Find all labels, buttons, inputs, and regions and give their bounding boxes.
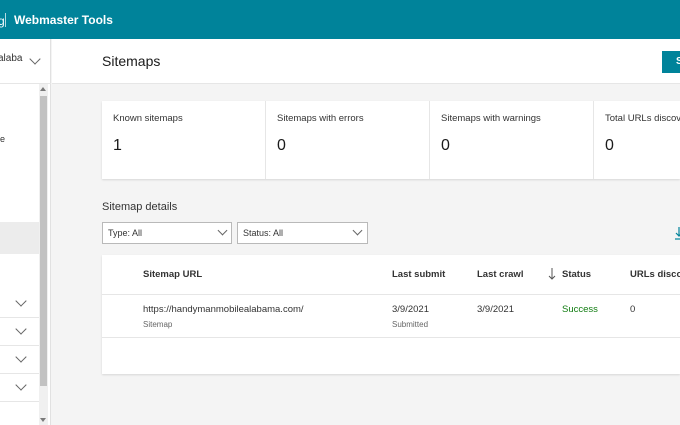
stat-sitemaps-with-warnings: Sitemaps with warnings 0 <box>430 101 594 179</box>
stat-value: 0 <box>441 137 450 154</box>
sidebar-item-label[interactable]: e <box>0 134 5 144</box>
col-urls-discovered[interactable]: URLs discov <box>630 269 680 280</box>
col-status[interactable]: Status <box>562 269 591 280</box>
site-picker[interactable]: alaba <box>0 39 51 84</box>
urls-discovered-count: 0 <box>630 304 636 315</box>
submit-note: Submitted <box>392 320 429 329</box>
chevron-down-icon[interactable] <box>15 379 27 391</box>
chevron-down-icon[interactable] <box>217 225 228 236</box>
scroll-down-icon[interactable] <box>40 418 46 422</box>
sitemap-details-title: Sitemap details <box>102 201 178 213</box>
scrollbar-thumb[interactable] <box>40 96 47 386</box>
brand-fragment: g <box>0 14 5 28</box>
stat-label: Sitemaps with warnings <box>441 113 541 124</box>
stat-value: 1 <box>113 137 122 154</box>
submit-sitemap-button[interactable]: S <box>662 51 680 73</box>
table-header: Sitemap URL Last submit Last crawl Statu… <box>102 255 680 295</box>
status-filter-value: Status: All <box>243 228 284 238</box>
table-row[interactable]: https://handymanmobilealabama.com/ Sitem… <box>102 295 680 338</box>
last-submit-date: 3/9/2021 <box>392 304 429 315</box>
type-filter-value: Type: All <box>108 228 143 238</box>
sidebar-group-1[interactable] <box>0 290 39 318</box>
stat-total-urls-discovered: Total URLs discov 0 <box>594 101 680 179</box>
stat-value: 0 <box>277 137 286 154</box>
sitemap-table: Sitemap URL Last submit Last crawl Statu… <box>102 255 680 374</box>
chevron-down-icon[interactable] <box>29 53 41 65</box>
page-title: Sitemaps <box>102 53 161 69</box>
status-filter-dropdown[interactable]: Status: All <box>237 222 368 244</box>
topbar-divider <box>5 13 6 27</box>
stat-known-sitemaps: Known sitemaps 1 <box>102 101 266 179</box>
sidebar-group-2[interactable] <box>0 318 39 346</box>
app-title[interactable]: Webmaster Tools <box>14 13 113 27</box>
status-badge: Success <box>562 304 598 315</box>
sidebar: alaba e <box>0 39 51 425</box>
last-crawl-date: 3/9/2021 <box>477 304 514 315</box>
site-name: alaba <box>0 53 23 64</box>
stat-sitemaps-with-errors: Sitemaps with errors 0 <box>266 101 430 179</box>
sort-descending-icon[interactable] <box>548 267 556 281</box>
sitemap-url-link[interactable]: https://handymanmobilealabama.com/ <box>143 304 304 315</box>
sidebar-group-3[interactable] <box>0 346 39 374</box>
stat-value: 0 <box>605 137 614 154</box>
scroll-up-icon[interactable] <box>40 87 46 91</box>
type-filter-dropdown[interactable]: Type: All <box>102 222 232 244</box>
stat-label: Known sitemaps <box>113 113 183 124</box>
sidebar-item-sitemaps[interactable] <box>0 222 39 254</box>
chevron-down-icon[interactable] <box>352 225 363 236</box>
col-last-submit[interactable]: Last submit <box>392 269 445 280</box>
sitemap-kind: Sitemap <box>143 320 173 329</box>
app-root: g Webmaster Tools alaba e Sitemaps S Kno… <box>0 0 680 425</box>
main-header: Sitemaps S <box>52 39 680 84</box>
sitemap-stats-card: Known sitemaps 1 Sitemaps with errors 0 … <box>102 101 680 179</box>
chevron-down-icon[interactable] <box>15 351 27 363</box>
sidebar-scrollbar[interactable] <box>39 84 48 425</box>
col-sitemap-url[interactable]: Sitemap URL <box>143 269 202 280</box>
chevron-down-icon[interactable] <box>15 295 27 307</box>
sidebar-group-4[interactable] <box>0 374 39 402</box>
stat-label: Total URLs discov <box>605 113 680 124</box>
chevron-down-icon[interactable] <box>15 323 27 335</box>
col-last-crawl[interactable]: Last crawl <box>477 269 523 280</box>
stat-label: Sitemaps with errors <box>277 113 364 124</box>
top-bar: g Webmaster Tools <box>0 0 680 39</box>
download-icon[interactable] <box>674 226 680 240</box>
